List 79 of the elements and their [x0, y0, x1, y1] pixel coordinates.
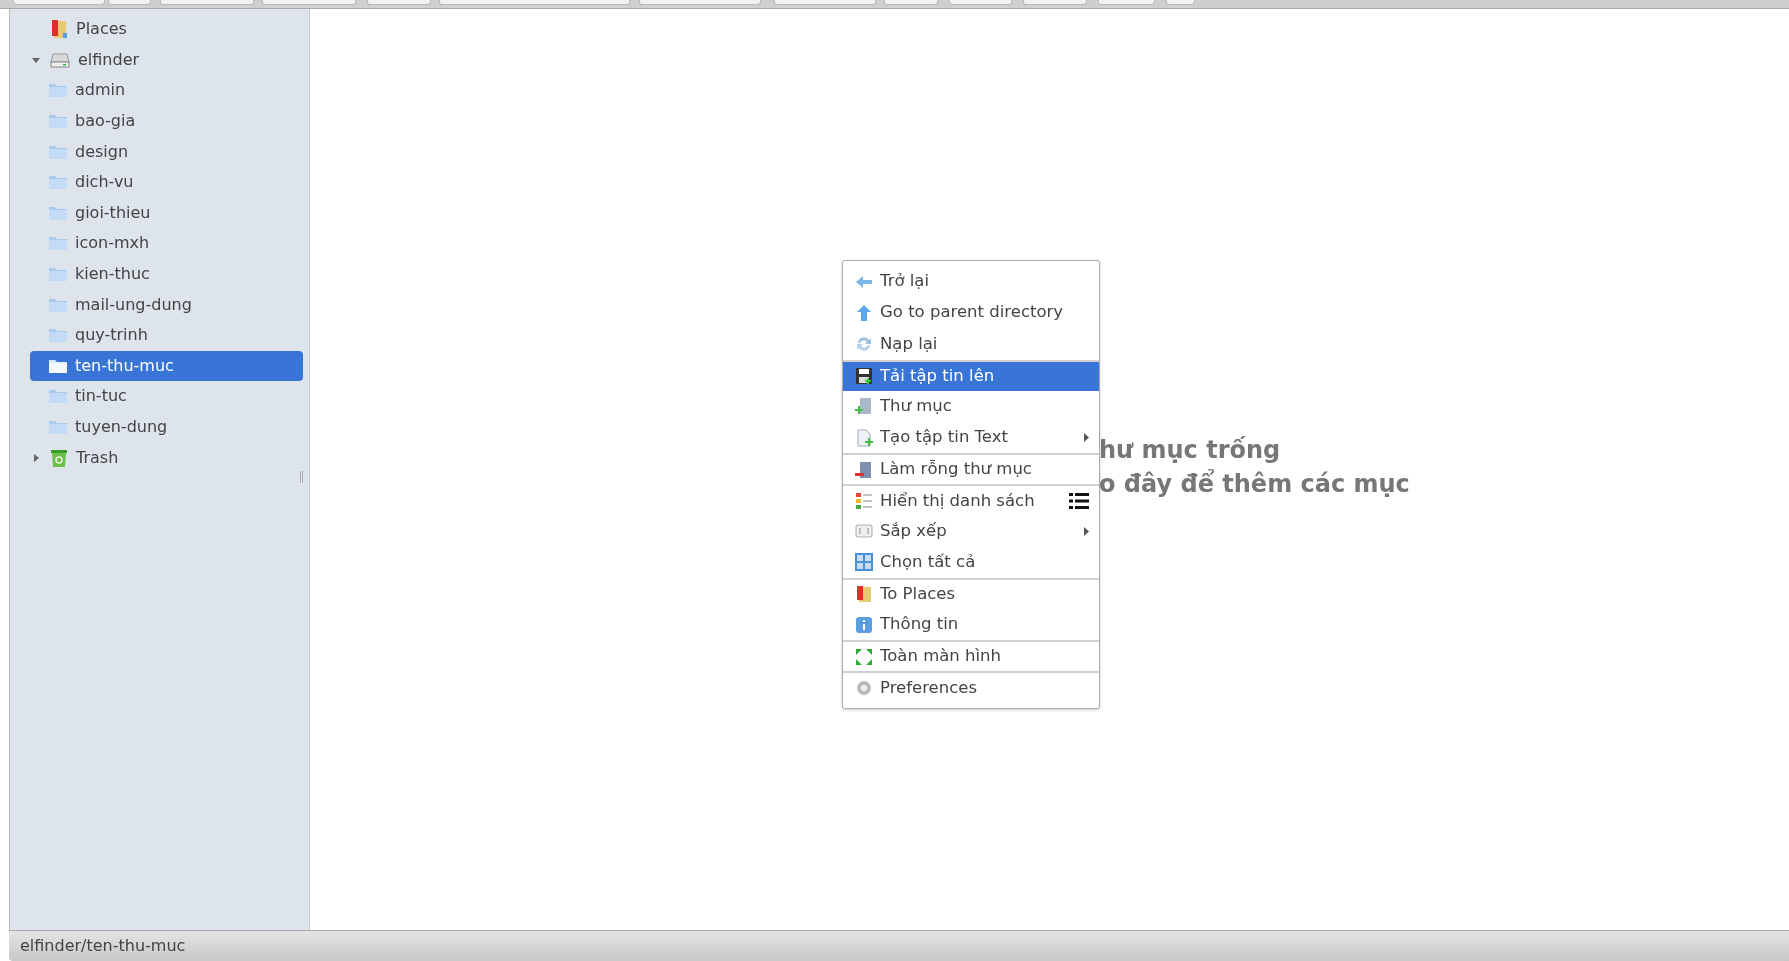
- toolbar-button[interactable]: [439, 0, 631, 5]
- folder-item[interactable]: kien-thuc: [30, 258, 303, 290]
- expanded-arrow-icon[interactable]: [32, 55, 40, 64]
- menu-item[interactable]: Sắp xếp: [843, 515, 1099, 547]
- folder-icon: [48, 296, 68, 313]
- toolbar-button[interactable]: [159, 0, 254, 5]
- toolbar-button[interactable]: [638, 0, 762, 5]
- fullscreen-icon: [855, 647, 873, 666]
- folder-icon: [48, 204, 68, 221]
- collapsed-arrow-icon[interactable]: [32, 453, 40, 462]
- menu-item[interactable]: Thông tin: [843, 609, 1099, 641]
- menu-item[interactable]: Tải tập tin lên: [843, 359, 1099, 391]
- bookmark-icon: [50, 19, 68, 40]
- folder-item[interactable]: mail-ung-dung: [30, 289, 303, 320]
- menu-item[interactable]: Trở lại: [843, 266, 1099, 298]
- folder-item[interactable]: tin-tuc: [30, 381, 303, 412]
- trash-icon: [50, 447, 68, 468]
- folder-item[interactable]: icon-mxh: [30, 228, 303, 259]
- current-path: elfinder/ten-thu-muc: [20, 935, 186, 957]
- folder-item[interactable]: dich-vu: [30, 166, 303, 198]
- list-icon: [1069, 491, 1089, 510]
- up-arrow-icon: [855, 303, 873, 322]
- info-icon: [855, 615, 873, 634]
- folder-icon: [48, 143, 68, 160]
- menu-item[interactable]: Chọn tất cả: [843, 546, 1099, 578]
- sort-icon: [855, 523, 873, 540]
- toolbar-button[interactable]: [1023, 0, 1087, 5]
- gear-icon: [855, 679, 873, 698]
- folder-icon: [48, 174, 68, 191]
- drive-icon: [50, 51, 70, 68]
- folder-item[interactable]: gioi-thieu: [30, 197, 303, 229]
- resize-handle[interactable]: [300, 471, 303, 483]
- folder-icon: [48, 419, 68, 435]
- menu-item[interactable]: Hiển thị danh sách: [843, 484, 1099, 516]
- folder-icon: [48, 266, 68, 283]
- empty-folder-message: o đây để thêm các mục: [1099, 470, 1410, 498]
- folder-item[interactable]: bao-gia: [30, 105, 303, 137]
- folder-item[interactable]: quy-trinh: [30, 319, 303, 351]
- toolbar-button[interactable]: [262, 0, 357, 5]
- folder-item[interactable]: design: [30, 136, 303, 167]
- tree-item[interactable]: Places: [14, 14, 305, 45]
- toolbar-button[interactable]: [1097, 0, 1156, 5]
- grid-icon: [855, 553, 873, 572]
- toolbar-button[interactable]: [367, 0, 431, 5]
- menu-item[interactable]: Thư mục: [843, 390, 1099, 422]
- toolbar-button[interactable]: [884, 0, 939, 5]
- folder-icon: [48, 113, 68, 130]
- menu-item[interactable]: Preferences: [843, 671, 1099, 703]
- menu-item[interactable]: Toàn màn hình: [843, 640, 1099, 672]
- menu-item[interactable]: Nạp lại: [843, 328, 1099, 360]
- refresh-icon: [855, 334, 873, 353]
- toolbar-button[interactable]: [773, 0, 876, 5]
- list-view-icon: [855, 491, 873, 510]
- folder-icon: [48, 82, 68, 99]
- folder-icon: [48, 388, 68, 405]
- menu-item[interactable]: Tạo tập tin Text: [843, 421, 1099, 454]
- menu-item[interactable]: To Places: [843, 577, 1099, 610]
- empty-folder-icon: [855, 460, 873, 479]
- empty-folder-message: hư mục trống: [1099, 436, 1282, 464]
- menu-item[interactable]: Go to parent directory: [843, 297, 1099, 329]
- folder-item[interactable]: ten-thu-muc: [30, 350, 303, 382]
- new-folder-icon: [855, 397, 873, 416]
- toolbar-button[interactable]: [1166, 0, 1196, 5]
- folder-item[interactable]: tuyen-dung: [30, 411, 303, 443]
- toolbar-button[interactable]: [108, 0, 151, 5]
- open-folder-icon: [48, 357, 68, 374]
- submenu-arrow-icon: [1084, 526, 1089, 536]
- bookmark-icon: [855, 585, 873, 604]
- tree-item[interactable]: elfinder: [14, 44, 305, 76]
- back-arrow-icon: [855, 273, 873, 290]
- folder-icon: [48, 235, 68, 252]
- menu-item[interactable]: Làm rỗng thư mục: [843, 453, 1099, 485]
- new-file-icon: [855, 428, 873, 447]
- toolbar-button[interactable]: [12, 0, 106, 5]
- submenu-arrow-icon: [1084, 433, 1089, 443]
- tree-item[interactable]: Trash: [14, 442, 305, 473]
- folder-item[interactable]: admin: [30, 75, 303, 106]
- toolbar-button[interactable]: [949, 0, 1013, 5]
- folder-icon: [48, 327, 68, 344]
